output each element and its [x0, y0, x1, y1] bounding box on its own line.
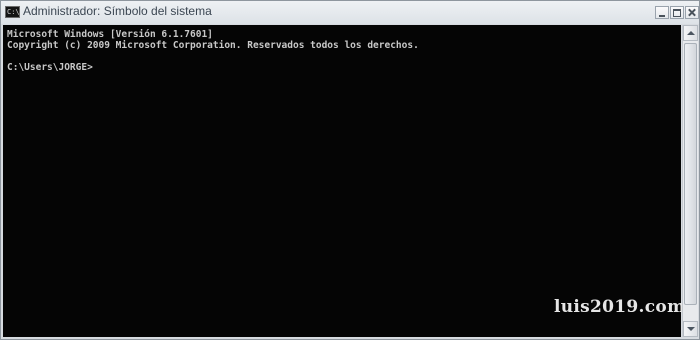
command-prompt-window: C:\ Administrador: Símbolo del sistema M… [0, 0, 700, 340]
console-line-version: Microsoft Windows [Versión 6.1.7601] [7, 29, 213, 40]
scroll-up-button[interactable] [683, 25, 698, 41]
title-bar[interactable]: C:\ Administrador: Símbolo del sistema [1, 1, 699, 24]
command-prompt-line[interactable]: C:\Users\JORGE> [7, 62, 93, 73]
vertical-scrollbar[interactable] [682, 25, 698, 337]
console-output[interactable]: Microsoft Windows [Versión 6.1.7601] Cop… [3, 25, 685, 337]
scrollbar-thumb[interactable] [684, 43, 697, 305]
scroll-down-button[interactable] [683, 321, 698, 337]
watermark-text: luis2019.com [554, 297, 686, 317]
close-button[interactable] [685, 6, 699, 19]
minimize-button[interactable] [655, 6, 669, 19]
cmd-icon[interactable]: C:\ [5, 6, 20, 18]
console-line-copyright: Copyright (c) 2009 Microsoft Corporation… [7, 40, 419, 51]
maximize-button[interactable] [670, 6, 684, 19]
window-title: Administrador: Símbolo del sistema [23, 4, 212, 18]
